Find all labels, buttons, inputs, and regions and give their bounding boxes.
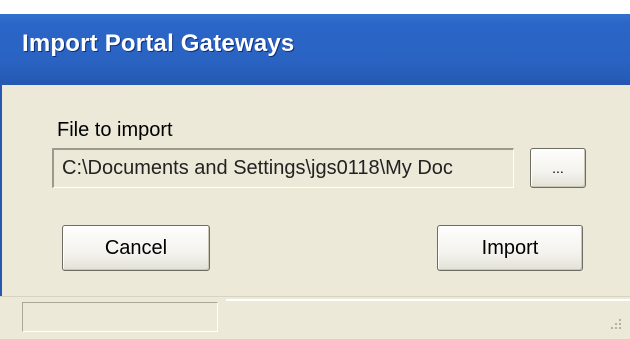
window-title: Import Portal Gateways	[22, 30, 295, 57]
resize-grip-icon[interactable]	[606, 316, 624, 334]
title-bar-top-strip	[0, 0, 630, 14]
import-portal-gateways-dialog: Import Portal Gateways File to import C:…	[0, 0, 630, 339]
status-bar-panel	[22, 302, 218, 332]
title-bar[interactable]: Import Portal Gateways	[0, 0, 630, 85]
file-to-import-label: File to import	[57, 119, 173, 141]
file-path-field[interactable]: C:\Documents and Settings\jgs0118\My Doc	[52, 148, 514, 188]
status-bar-divider	[226, 299, 630, 301]
import-button[interactable]: Import	[437, 225, 583, 271]
cancel-button[interactable]: Cancel	[62, 225, 210, 271]
browse-button[interactable]: ...	[530, 148, 586, 188]
